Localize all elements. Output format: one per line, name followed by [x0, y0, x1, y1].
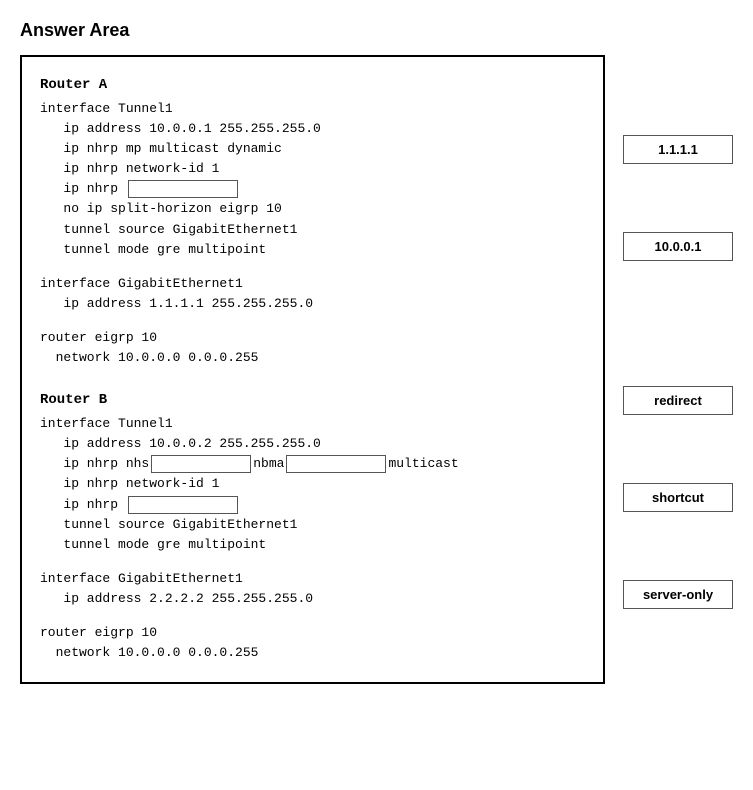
option-1111[interactable]: 1.1.1.1: [623, 135, 733, 164]
option-serveronly[interactable]: server-only: [623, 580, 733, 609]
code-line: no ip split-horizon eigrp 10: [40, 199, 585, 219]
code-line: ip address 1.1.1.1 255.255.255.0: [40, 294, 585, 314]
option-10001[interactable]: 10.0.0.1: [623, 232, 733, 261]
code-line: interface Tunnel1: [40, 99, 585, 119]
option-shortcut[interactable]: shortcut: [623, 483, 733, 512]
code-line: ip address 10.0.0.2 255.255.255.0: [40, 434, 585, 454]
router-b-nhs-line: ip nhrp nhs nbma multicast: [40, 454, 585, 474]
code-line: ip nhrp mp multicast dynamic: [40, 139, 585, 159]
code-line: interface Tunnel1: [40, 414, 585, 434]
code-line: ip address 10.0.0.1 255.255.255.0: [40, 119, 585, 139]
code-line: network 10.0.0.0 0.0.0.255: [40, 643, 585, 663]
router-a-nhrp-input[interactable]: [128, 180, 238, 198]
code-line: ip address 2.2.2.2 255.255.255.0: [40, 589, 585, 609]
code-line: ip nhrp network-id 1: [40, 159, 585, 179]
page-title: Answer Area: [20, 20, 733, 41]
router-b-nhrp-input[interactable]: [128, 496, 238, 514]
router-a-nhrp-line: ip nhrp: [40, 179, 585, 199]
code-line: interface GigabitEthernet1: [40, 274, 585, 294]
code-line: tunnel mode gre multipoint: [40, 535, 585, 555]
code-line: tunnel source GigabitEthernet1: [40, 220, 585, 240]
code-line: network 10.0.0.0 0.0.0.255: [40, 348, 585, 368]
router-b-nhs-input[interactable]: [151, 455, 251, 473]
code-line: ip nhrp network-id 1: [40, 474, 585, 494]
code-line: tunnel mode gre multipoint: [40, 240, 585, 260]
code-line: tunnel source GigabitEthernet1: [40, 515, 585, 535]
code-line: interface GigabitEthernet1: [40, 569, 585, 589]
router-a-title: Router A: [40, 75, 585, 97]
router-b-nhrp-line: ip nhrp: [40, 495, 585, 515]
router-b-nbma-input[interactable]: [286, 455, 386, 473]
code-line: router eigrp 10: [40, 328, 585, 348]
code-line: router eigrp 10: [40, 623, 585, 643]
answer-box: Router A interface Tunnel1 ip address 10…: [20, 55, 605, 684]
option-redirect[interactable]: redirect: [623, 386, 733, 415]
router-b-title: Router B: [40, 390, 585, 412]
sidebar-options: 1.1.1.1 10.0.0.1 redirect shortcut serve…: [623, 55, 733, 609]
main-layout: Router A interface Tunnel1 ip address 10…: [20, 55, 733, 684]
